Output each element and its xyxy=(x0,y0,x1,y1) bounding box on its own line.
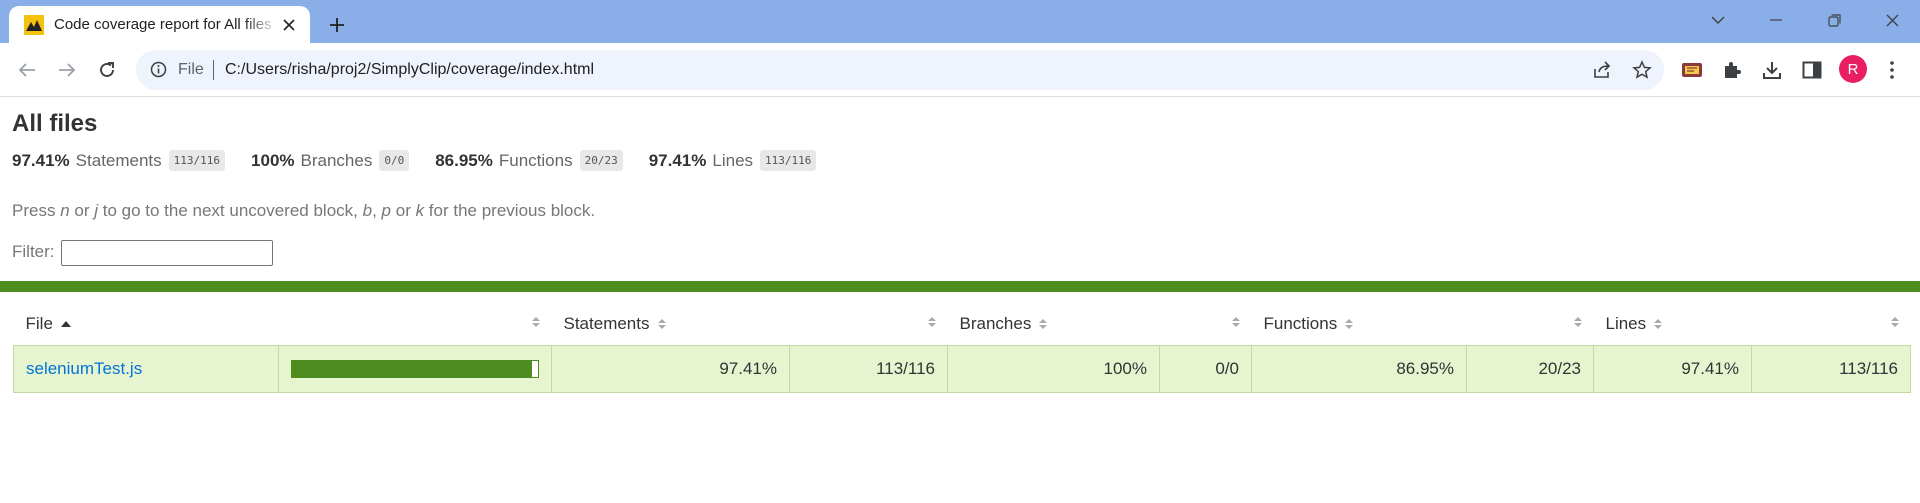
file-link[interactable]: seleniumTest.js xyxy=(26,359,142,378)
new-tab-icon[interactable] xyxy=(322,10,352,40)
coverage-favicon-icon xyxy=(24,14,44,35)
header-file-bar[interactable] xyxy=(279,303,552,345)
branches-pct-cell: 100% xyxy=(947,344,1160,393)
header-branches-frac[interactable] xyxy=(1160,303,1252,345)
summary-label: Branches xyxy=(300,150,373,170)
tab-search-icon[interactable] xyxy=(1695,0,1741,40)
summary-pct: 86.95% xyxy=(435,150,493,170)
tab-strip: Code coverage report for All files xyxy=(0,0,1920,43)
coverage-bar xyxy=(291,359,539,378)
summary-fraction: 113/116 xyxy=(760,150,817,171)
reload-icon[interactable] xyxy=(92,55,122,85)
summary-label: Statements xyxy=(75,150,162,170)
file-cell: seleniumTest.js xyxy=(13,344,279,393)
summary-fraction: 20/23 xyxy=(579,150,623,171)
extensions-puzzle-icon[interactable] xyxy=(1720,58,1744,82)
sort-icon xyxy=(927,317,936,327)
url-text[interactable]: C:/Users/risha/proj2/SimplyClip/coverage… xyxy=(225,61,594,79)
header-file[interactable]: File xyxy=(14,303,279,345)
summary-fraction: 113/116 xyxy=(168,150,226,171)
sort-icon xyxy=(1573,317,1582,327)
scheme-label: File xyxy=(178,61,204,78)
filter-label: Filter: xyxy=(12,242,55,261)
menu-kebab-icon[interactable] xyxy=(1880,58,1904,82)
summary-branches: 100% Branches 0/0 xyxy=(251,150,410,171)
lines-pct-cell: 97.41% xyxy=(1593,344,1752,393)
branches-frac-cell: 0/0 xyxy=(1159,344,1252,393)
coverage-bar-cell xyxy=(278,344,552,393)
coverage-bar-fill xyxy=(292,360,532,377)
keyboard-hint: Press n or j to go to the next uncovered… xyxy=(12,201,596,220)
coverage-status-bar xyxy=(0,281,1920,292)
summary-pct: 97.41% xyxy=(648,150,707,170)
summary-label: Lines xyxy=(712,150,754,170)
table-row: seleniumTest.js 97.41% 113/116 100% 0/0 … xyxy=(13,344,1911,393)
table-header-row: File Statements Branches Functions Lines xyxy=(14,303,1911,345)
close-tab-icon[interactable] xyxy=(278,14,300,36)
header-functions-frac[interactable] xyxy=(1467,303,1594,345)
header-statements[interactable]: Statements xyxy=(552,303,790,345)
sort-icon xyxy=(1654,319,1663,330)
coverage-table: File Statements Branches Functions Lines… xyxy=(13,303,1911,393)
minimize-icon[interactable] xyxy=(1753,0,1799,40)
statements-pct-cell: 97.41% xyxy=(551,344,790,393)
sort-ascending-icon xyxy=(60,320,71,327)
browser-tab[interactable]: Code coverage report for All files xyxy=(9,6,310,43)
header-statements-frac[interactable] xyxy=(790,303,948,345)
close-window-icon[interactable] xyxy=(1869,0,1915,40)
forward-icon[interactable] xyxy=(52,55,82,85)
back-icon[interactable] xyxy=(12,55,42,85)
share-icon[interactable] xyxy=(1591,59,1613,81)
summary-functions: 86.95% Functions 20/23 xyxy=(435,150,623,171)
sort-icon xyxy=(1345,319,1354,330)
lines-frac-cell: 113/116 xyxy=(1751,344,1911,393)
summary-label: Functions xyxy=(498,150,573,170)
bookmark-star-icon[interactable] xyxy=(1631,59,1653,81)
header-lines[interactable]: Lines xyxy=(1594,303,1752,345)
omnibox-divider xyxy=(213,60,214,80)
filter-input[interactable] xyxy=(61,240,273,266)
summary-statements: 97.41% Statements 113/116 xyxy=(12,150,226,171)
statements-frac-cell: 113/116 xyxy=(789,344,948,393)
restore-icon[interactable] xyxy=(1811,0,1857,40)
sort-icon xyxy=(1890,317,1899,327)
profile-avatar[interactable]: R xyxy=(1839,55,1867,83)
summary-pct: 100% xyxy=(251,150,295,170)
summary-pct: 97.41% xyxy=(12,150,70,170)
sort-icon xyxy=(531,317,540,327)
browser-toolbar: File C:/Users/risha/proj2/SimplyClip/cov… xyxy=(0,43,1920,97)
summary-fraction: 0/0 xyxy=(379,150,410,171)
sort-icon xyxy=(1039,319,1048,330)
header-functions[interactable]: Functions xyxy=(1252,303,1467,345)
summary-bar: 97.41% Statements 113/116 100% Branches … xyxy=(12,150,842,171)
site-info-icon[interactable] xyxy=(150,61,167,83)
sort-icon xyxy=(657,319,666,330)
functions-frac-cell: 20/23 xyxy=(1466,344,1594,393)
address-bar[interactable]: File C:/Users/risha/proj2/SimplyClip/cov… xyxy=(136,50,1664,90)
functions-pct-cell: 86.95% xyxy=(1251,344,1467,393)
sort-icon xyxy=(1231,317,1240,327)
page-title: All files xyxy=(12,110,98,137)
summary-lines: 97.41% Lines 113/116 xyxy=(649,150,817,171)
extension-clipboard-icon[interactable] xyxy=(1680,58,1704,82)
header-branches[interactable]: Branches xyxy=(948,303,1160,345)
download-icon[interactable] xyxy=(1760,58,1784,82)
tab-title: Code coverage report for All files xyxy=(54,16,272,33)
side-panel-icon[interactable] xyxy=(1800,58,1824,82)
header-lines-frac[interactable] xyxy=(1752,303,1911,345)
